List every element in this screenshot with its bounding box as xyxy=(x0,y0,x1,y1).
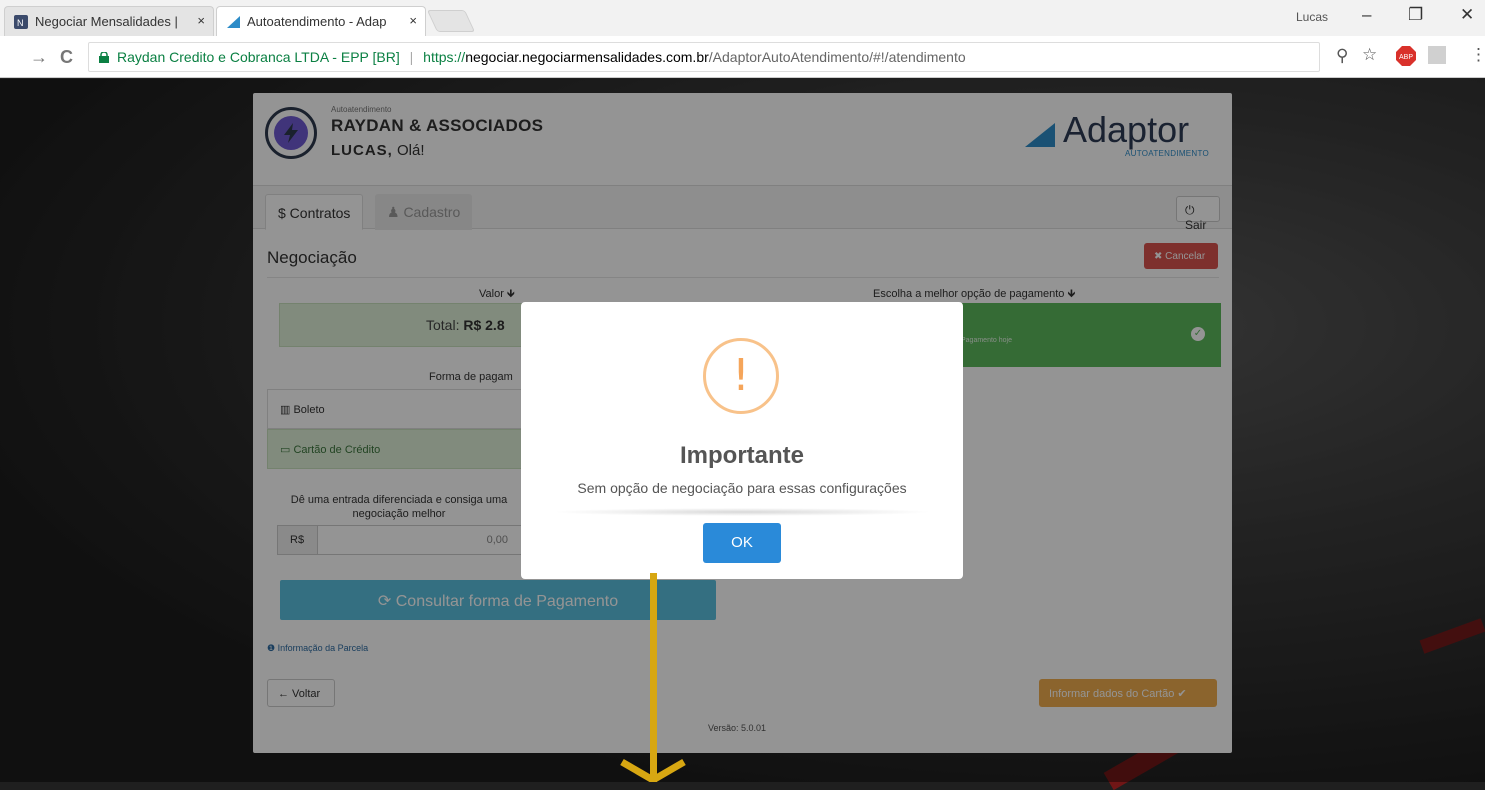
maximize-button[interactable]: ❐ xyxy=(1408,5,1423,25)
adaptor-favicon-icon xyxy=(227,16,240,28)
profile-name[interactable]: Lucas xyxy=(1296,10,1328,24)
forward-icon[interactable]: → xyxy=(30,47,48,68)
annotation-arrow xyxy=(650,573,657,782)
reload-icon[interactable]: C xyxy=(60,47,73,68)
browser-toolbar: → C Raydan Credito e Cobranca LTDA - EPP… xyxy=(0,36,1485,78)
modal-divider xyxy=(551,508,933,516)
secure-site-label: Raydan Credito e Cobranca LTDA - EPP [BR… xyxy=(117,49,400,65)
browser-tab-bar: N Negociar Mensalidades | × Autoatendime… xyxy=(0,0,1485,36)
url-path: /AdaptorAutoAtendimento/#!/atendimento xyxy=(708,49,966,65)
warning-icon: ! xyxy=(703,338,779,414)
url-host: negociar.negociarmensalidades.com.br xyxy=(465,49,709,65)
browser-tab-title: Autoatendimento - Adap xyxy=(247,14,387,29)
extension-icon[interactable] xyxy=(1428,46,1446,64)
alert-modal: ! Importante Sem opção de negociação par… xyxy=(521,302,963,579)
address-bar[interactable]: Raydan Credito e Cobranca LTDA - EPP [BR… xyxy=(88,42,1320,72)
svg-text:ABP: ABP xyxy=(1399,54,1413,61)
adblock-icon[interactable]: ABP xyxy=(1396,46,1416,66)
lock-icon xyxy=(99,52,109,63)
browser-tab-negociar[interactable]: N Negociar Mensalidades | × xyxy=(4,6,214,36)
site-favicon-icon: N xyxy=(14,15,28,29)
close-window-button[interactable]: ✕ xyxy=(1460,5,1474,25)
browser-tab-title: Negociar Mensalidades | xyxy=(35,14,178,29)
new-tab-button[interactable] xyxy=(426,10,476,32)
url-scheme: https:// xyxy=(423,49,466,65)
minimize-button[interactable]: – xyxy=(1362,5,1371,25)
modal-message: Sem opção de negociação para essas confi… xyxy=(577,480,907,496)
tab-close-icon[interactable]: × xyxy=(409,13,417,28)
ok-button[interactable]: OK xyxy=(703,523,781,563)
menu-icon[interactable]: ⋮ xyxy=(1470,45,1485,65)
annotation-arrowhead-icon xyxy=(620,758,686,782)
address-separator: | xyxy=(409,49,414,65)
modal-title: Importante xyxy=(679,442,804,469)
zoom-icon[interactable]: ⚲ xyxy=(1336,46,1348,66)
svg-text:N: N xyxy=(17,18,24,28)
tab-close-icon[interactable]: × xyxy=(197,13,205,28)
bookmark-star-icon[interactable]: ☆ xyxy=(1362,45,1377,65)
browser-tab-autoatendimento[interactable]: Autoatendimento - Adap × xyxy=(216,6,426,36)
